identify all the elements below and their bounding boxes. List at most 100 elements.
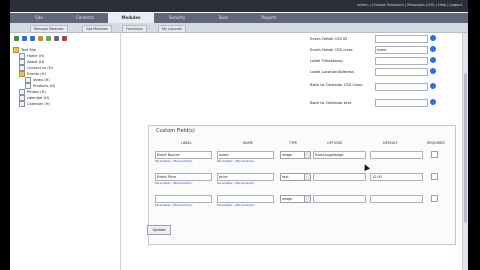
top-bar: admin | Change Password | Messages (0/0)… [10, 0, 468, 12]
field-options-input[interactable]: EventLogoImage [313, 151, 366, 159]
page-icon [19, 95, 25, 101]
tree-node[interactable]: Calendar (H) [19, 101, 50, 107]
column-header: REQUIRED [427, 141, 445, 145]
custom-fields-fieldset [148, 125, 456, 245]
field-default-input[interactable]: 12.00 [370, 173, 423, 181]
tree-node[interactable]: Events (H) [19, 71, 46, 77]
tree-node[interactable]: calendar (H) [19, 95, 49, 101]
setting-input[interactable] [375, 83, 428, 91]
field-name-input[interactable]: price [217, 173, 274, 181]
field-label-input[interactable]: Event Banner [155, 151, 212, 159]
field-name-input[interactable]: event [217, 151, 274, 159]
folder-icon [19, 71, 25, 77]
field-options-input[interactable] [313, 195, 366, 203]
required-checkbox[interactable] [431, 195, 438, 202]
tree-node-test-site[interactable]: Test Site [13, 47, 36, 53]
field-label-input[interactable] [155, 195, 212, 203]
update-button[interactable]: Update [147, 225, 171, 235]
subtab-functions[interactable]: Functions [122, 25, 147, 33]
setting-input[interactable] [375, 68, 428, 76]
param-link[interactable]: Parameter: (Placeholder) [155, 159, 192, 163]
param-link[interactable]: Parameter: (Placeholder) [217, 159, 254, 163]
help-icon[interactable] [430, 68, 436, 74]
add-icon[interactable] [14, 36, 19, 41]
tab-security[interactable]: Security [154, 13, 200, 23]
param-link[interactable]: Parameter: (Placeholder) [155, 203, 192, 207]
page-icon [25, 83, 31, 89]
copy-icon[interactable] [46, 36, 51, 41]
tree-node[interactable]: Home (H) [19, 53, 44, 59]
setting-label: Label Location/Address [310, 69, 354, 74]
tab-site[interactable]: Site [16, 13, 62, 23]
setting-input[interactable] [375, 35, 428, 43]
main-tabs: Site Contents Modules Security Tools Rep… [10, 13, 468, 23]
field-type-select[interactable]: text [280, 173, 311, 181]
param-link[interactable]: Parameter: (Placeholder) [155, 181, 192, 185]
column-header: TYPE [289, 141, 298, 145]
folder-icon [13, 47, 19, 53]
param-link[interactable]: Parameter: (Placeholder) [217, 203, 254, 207]
sub-nav: Manage Modules Get Modules Functions My … [10, 23, 468, 33]
field-options-input[interactable] [313, 173, 366, 181]
move-up-icon[interactable] [22, 36, 27, 41]
setting-label: Label Timestamp [310, 58, 343, 63]
setting-input[interactable] [375, 57, 428, 65]
help-icon[interactable] [430, 35, 436, 41]
scrollbar-thumb[interactable] [464, 73, 467, 223]
page-icon [25, 77, 31, 83]
tab-tools[interactable]: Tools [200, 13, 246, 23]
subtab-my-layouts[interactable]: My Layouts [158, 25, 186, 33]
page-icon [19, 101, 25, 107]
setting-label: Event Detail CSS class [310, 47, 353, 52]
column-header: DEFAULT [383, 141, 398, 145]
setting-label: Event Detail CSS ID [310, 36, 348, 41]
settings-icon[interactable] [54, 36, 59, 41]
required-checkbox[interactable] [431, 151, 438, 158]
tree-node[interactable]: Video (H) [25, 77, 50, 83]
column-header: NAME [243, 141, 253, 145]
field-type-select[interactable]: image [280, 195, 311, 203]
subtab-get-modules[interactable]: Get Modules [82, 25, 112, 33]
tree-node[interactable]: About (H) [19, 59, 44, 65]
help-icon[interactable] [430, 83, 436, 89]
setting-label: Back to Calendar text [310, 100, 352, 105]
top-links[interactable]: admin | Change Password | Messages (0/0)… [357, 3, 462, 7]
scrollbar[interactable] [462, 33, 468, 270]
help-icon[interactable] [430, 57, 436, 63]
tree-node[interactable]: Products (H) [25, 83, 55, 89]
custom-fields-title: Custom Field(s) [156, 128, 195, 134]
tab-modules[interactable]: Modules [108, 13, 154, 23]
param-link[interactable]: Parameter: (Placeholder) [217, 181, 254, 185]
page-icon [19, 89, 25, 95]
main-panel: Event Detail CSS ID Event Detail CSS cla… [121, 33, 468, 270]
field-name-input[interactable] [217, 195, 274, 203]
screen: admin | Change Password | Messages (0/0)… [10, 0, 468, 270]
subtab-manage-modules[interactable]: Manage Modules [30, 25, 68, 33]
tab-reports[interactable]: Reports [246, 13, 292, 23]
chevron-down-icon [304, 196, 310, 202]
setting-input[interactable]: event [375, 46, 428, 54]
column-header: OPTIONS [327, 141, 343, 145]
page-icon [19, 65, 25, 71]
field-default-input[interactable] [370, 195, 423, 203]
field-type-select[interactable]: image [280, 151, 311, 159]
tree-node[interactable]: Contact us (H) [19, 65, 53, 71]
chevron-down-icon [304, 152, 310, 158]
field-default-input[interactable] [370, 151, 423, 159]
field-label-input[interactable]: Event Price [155, 173, 212, 181]
column-header: LABEL [181, 141, 192, 145]
tab-contents[interactable]: Contents [62, 13, 108, 23]
chevron-down-icon [304, 174, 310, 180]
setting-label: Back to Calendar CSS Class [310, 82, 363, 87]
help-icon[interactable] [430, 46, 436, 52]
move-down-icon[interactable] [30, 36, 35, 41]
page-icon [19, 59, 25, 65]
tree-node[interactable]: Photos (H) [19, 89, 46, 95]
page-icon [19, 53, 25, 59]
required-checkbox[interactable] [431, 173, 438, 180]
folder-icon[interactable] [38, 36, 43, 41]
help-icon[interactable] [430, 99, 436, 105]
sidebar: Test Site Home (H) About (H) Contact us … [10, 33, 121, 270]
setting-input[interactable] [375, 99, 428, 107]
delete-icon[interactable] [62, 36, 67, 41]
